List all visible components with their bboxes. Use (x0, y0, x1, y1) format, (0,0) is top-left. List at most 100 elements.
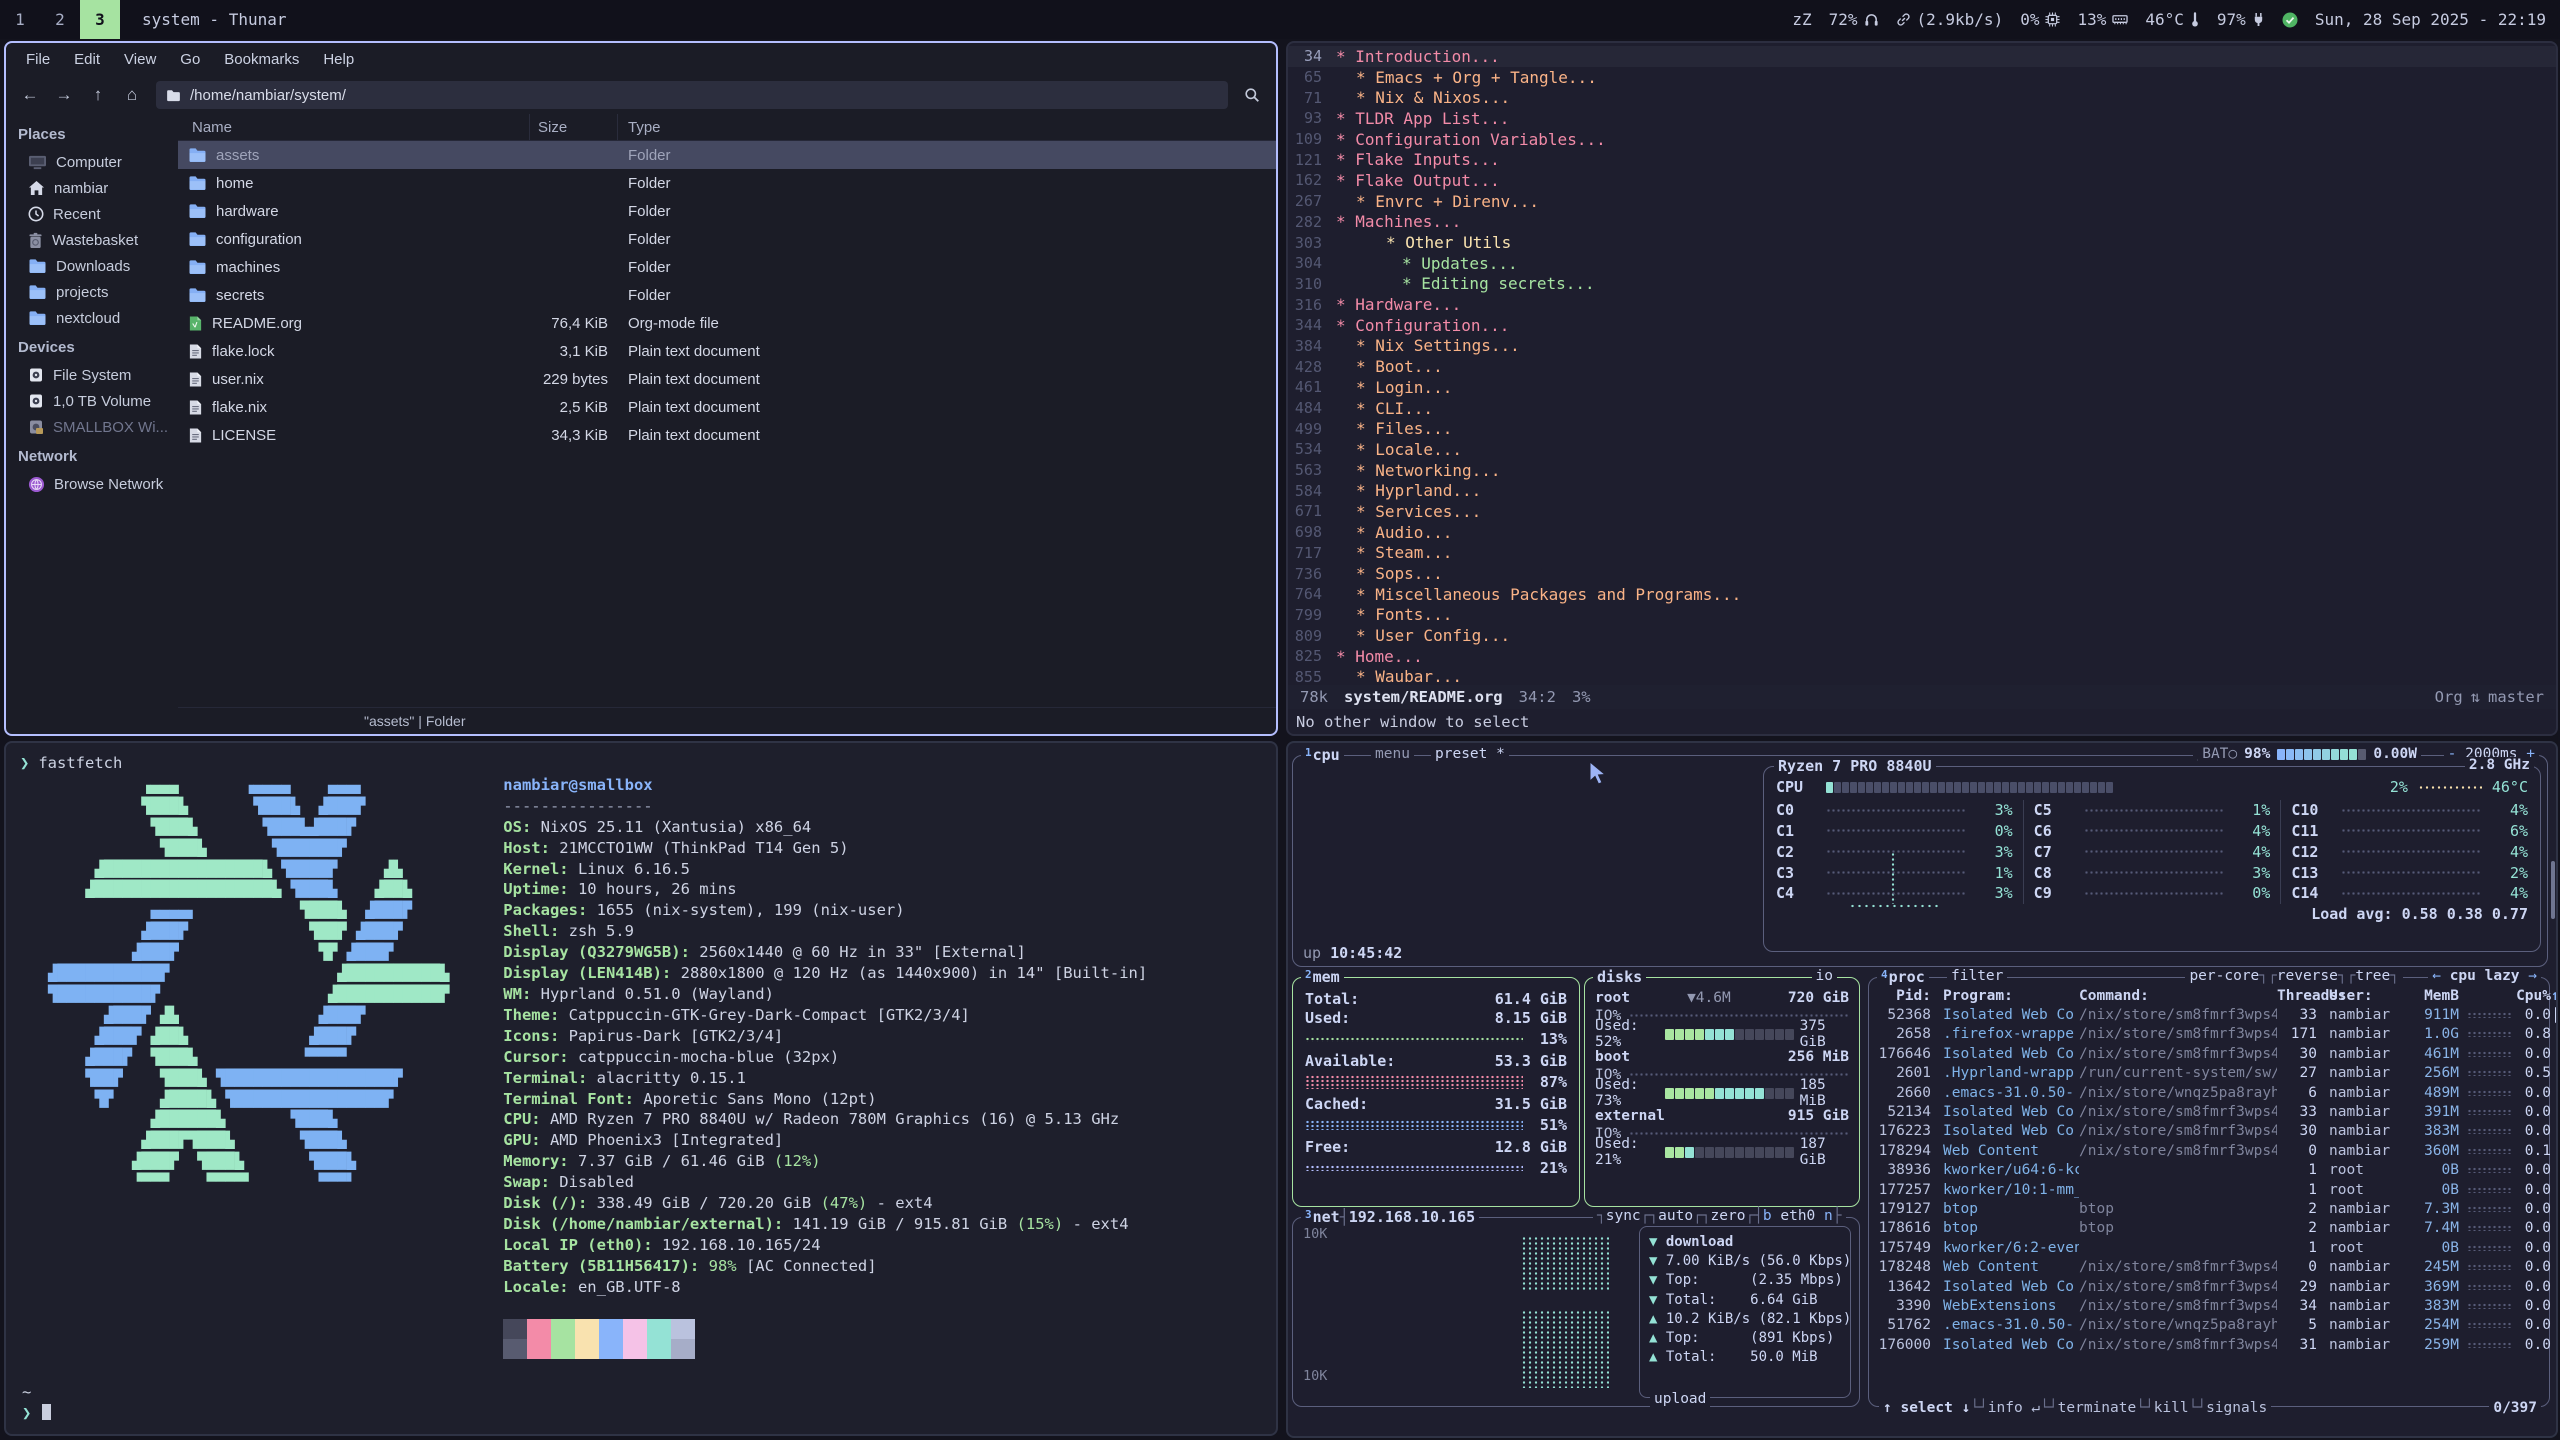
toggle-per-core[interactable]: per-core┐ (2189, 968, 2268, 984)
proc-header[interactable]: Pid:Program:Command:Threads:User:MemB Cpu… (1869, 986, 2549, 1005)
proc-row[interactable]: 176000Isolated Web Co/nix/store/sm8fmrf3… (1869, 1335, 2549, 1354)
back-button[interactable]: ← (14, 81, 46, 109)
proc-col-memb[interactable]: MemB (2407, 988, 2459, 1004)
sidebar-item-nambiar[interactable]: nambiar (6, 175, 178, 201)
proc-row[interactable]: 2658.firefox-wrappe/nix/store/sm8fmrf3wp… (1869, 1025, 2549, 1044)
column-size[interactable]: Size (530, 114, 618, 140)
org-heading-line[interactable]: 303* Other Utils (1288, 232, 2556, 253)
disks-panel-title[interactable]: disks (1593, 968, 1646, 986)
sort-selector[interactable]: ← cpu lazy → (2428, 968, 2541, 984)
forward-button[interactable]: → (48, 81, 80, 109)
menu-button[interactable]: menu (1371, 746, 1414, 762)
menu-edit[interactable]: Edit (62, 43, 112, 76)
proc-col-user[interactable]: User: (2317, 988, 2407, 1004)
table-row[interactable]: homeFolder (178, 169, 1276, 197)
proc-row[interactable]: 179127btopbtop2nambiar7.3M0.0 (1869, 1199, 2549, 1218)
column-name[interactable]: Name (178, 114, 530, 140)
org-heading-line[interactable]: 484* CLI... (1288, 398, 2556, 419)
org-heading-line[interactable]: 764* Miscellaneous Packages and Programs… (1288, 584, 2556, 605)
org-heading-line[interactable]: 304* Updates... (1288, 253, 2556, 274)
menu-help[interactable]: Help (311, 43, 366, 76)
shell-prompt[interactable]: ~ ❯ (22, 1382, 51, 1424)
sidebar-item-browse-network[interactable]: Browse Network (6, 471, 178, 497)
table-row[interactable]: assetsFolder (178, 141, 1276, 169)
org-heading-line[interactable]: 534* Locale... (1288, 439, 2556, 460)
scrollbar-thumb[interactable] (2551, 861, 2555, 919)
net-button-sync[interactable]: ┐sync┌ (1597, 1208, 1649, 1224)
org-heading-line[interactable]: 34* Introduction... (1288, 46, 2556, 67)
org-heading-line[interactable]: 461* Login... (1288, 377, 2556, 398)
sidebar-item-computer[interactable]: Computer (6, 149, 178, 175)
proc-row[interactable]: 175749kworker/6:2-even1root0B0.0 (1869, 1238, 2549, 1257)
workspace-2[interactable]: 2 (40, 0, 80, 39)
path-bar[interactable]: /home/nambiar/system/ (156, 81, 1228, 109)
toggle-reverse[interactable]: ┌reverse┐ (2268, 968, 2347, 984)
proc-col-command[interactable]: Command: (2079, 988, 2277, 1004)
org-heading-line[interactable]: 93* TLDR App List... (1288, 108, 2556, 129)
toggle-tree[interactable]: ┌tree┐ (2347, 968, 2399, 984)
sidebar-item-1-0-tb-volume[interactable]: 1,0 TB Volume (6, 388, 178, 414)
org-heading-line[interactable]: 855* Waubar... (1288, 667, 2556, 685)
process-panel-title[interactable]: 4proc (1877, 968, 1929, 986)
org-heading-line[interactable]: 825* Home... (1288, 646, 2556, 667)
sidebar-item-wastebasket[interactable]: Wastebasket (6, 227, 178, 253)
proc-row[interactable]: 2660.emacs-31.0.50-/nix/store/wnqz5pa8ra… (1869, 1083, 2549, 1102)
up-button[interactable]: ↑ (82, 81, 114, 109)
proc-row[interactable]: 51762.emacs-31.0.50-/nix/store/wnqz5pa8r… (1869, 1316, 2549, 1335)
network-panel-title[interactable]: 3net┤192.168.10.165 (1301, 1208, 1479, 1226)
table-row[interactable]: flake.lock3,1 KiBPlain text document (178, 337, 1276, 365)
table-row[interactable]: hardwareFolder (178, 197, 1276, 225)
proc-footer-kill[interactable]: └┘kill (2136, 1400, 2188, 1416)
proc-col-pid[interactable]: Pid: (1869, 988, 1931, 1004)
org-heading-line[interactable]: 109* Configuration Variables... (1288, 129, 2556, 150)
proc-row[interactable]: 3390WebExtensions/nix/store/sm8fmrf3wps4… (1869, 1296, 2549, 1315)
proc-scrollbar-thumb[interactable] (2555, 1007, 2558, 1023)
menu-view[interactable]: View (112, 43, 168, 76)
net-button-zero[interactable]: ┐zero┌ (1702, 1208, 1754, 1224)
org-heading-line[interactable]: 121* Flake Inputs... (1288, 149, 2556, 170)
org-heading-line[interactable]: 428* Boot... (1288, 356, 2556, 377)
proc-row[interactable]: 178248Web Content/nix/store/sm8fmrf3wps4… (1869, 1257, 2549, 1276)
proc-col-cpu[interactable]: Cpu% (2511, 988, 2551, 1004)
org-heading-line[interactable]: 267* Envrc + Direnv... (1288, 191, 2556, 212)
proc-col-program[interactable]: Program: (1931, 988, 2079, 1004)
org-heading-line[interactable]: 282* Machines... (1288, 212, 2556, 233)
sidebar-item-nextcloud[interactable]: nextcloud (6, 305, 178, 331)
preset-button[interactable]: preset * (1431, 746, 1509, 762)
org-heading-line[interactable]: 809* User Config... (1288, 625, 2556, 646)
org-heading-line[interactable]: 698* Audio... (1288, 522, 2556, 543)
proc-footer-info[interactable]: └┘info ↵ (1970, 1400, 2040, 1416)
proc-row[interactable]: 178616btopbtop2nambiar7.4M0.0 (1869, 1219, 2549, 1238)
proc-row[interactable]: 177257kworker/10:1-mm_1root0B0.0 (1869, 1180, 2549, 1199)
workspace-3[interactable]: 3 (80, 0, 120, 39)
sidebar-item-smallbox-wi-[interactable]: SMALLBOX Wi... (6, 414, 178, 440)
org-heading-line[interactable]: 310* Editing secrets... (1288, 274, 2556, 295)
home-button[interactable]: ⌂ (116, 81, 148, 109)
proc-footer-select[interactable]: ↑ select ↓ (1883, 1400, 1970, 1416)
org-heading-line[interactable]: 71* Nix & Nixos... (1288, 87, 2556, 108)
sidebar-item-file-system[interactable]: File System (6, 362, 178, 388)
proc-col-threads[interactable]: Threads: (2277, 988, 2317, 1004)
table-row[interactable]: machinesFolder (178, 253, 1276, 281)
table-row[interactable]: LICENSE34,3 KiBPlain text document (178, 421, 1276, 449)
org-heading-line[interactable]: 344* Configuration... (1288, 315, 2556, 336)
table-row[interactable]: configurationFolder (178, 225, 1276, 253)
sidebar-item-downloads[interactable]: Downloads (6, 253, 178, 279)
org-heading-line[interactable]: 499* Files... (1288, 418, 2556, 439)
proc-row[interactable]: 52134Isolated Web Co/nix/store/sm8fmrf3w… (1869, 1102, 2549, 1121)
org-heading-line[interactable]: 717* Steam... (1288, 543, 2556, 564)
menu-bookmarks[interactable]: Bookmarks (212, 43, 311, 76)
org-heading-line[interactable]: 736* Sops... (1288, 563, 2556, 584)
proc-row[interactable]: 13642Isolated Web Co/nix/store/sm8fmrf3w… (1869, 1277, 2549, 1296)
proc-row[interactable]: 2601.Hyprland-wrapp/run/current-system/s… (1869, 1064, 2549, 1083)
table-row[interactable]: user.nix229 bytesPlain text document (178, 365, 1276, 393)
org-heading-line[interactable]: 799* Fonts... (1288, 605, 2556, 626)
proc-row[interactable]: 178294Web Content/nix/store/sm8fmrf3wps4… (1869, 1141, 2549, 1160)
org-heading-line[interactable]: 384* Nix Settings... (1288, 336, 2556, 357)
proc-footer-signals[interactable]: └┘signals (2189, 1400, 2268, 1416)
org-heading-line[interactable]: 65* Emacs + Org + Tangle... (1288, 67, 2556, 88)
proc-row[interactable]: 38936kworker/u64:6-kc1root0B0.0 (1869, 1161, 2549, 1180)
org-heading-line[interactable]: 671* Services... (1288, 501, 2556, 522)
org-heading-line[interactable]: 162* Flake Output... (1288, 170, 2556, 191)
table-row[interactable]: secretsFolder (178, 281, 1276, 309)
